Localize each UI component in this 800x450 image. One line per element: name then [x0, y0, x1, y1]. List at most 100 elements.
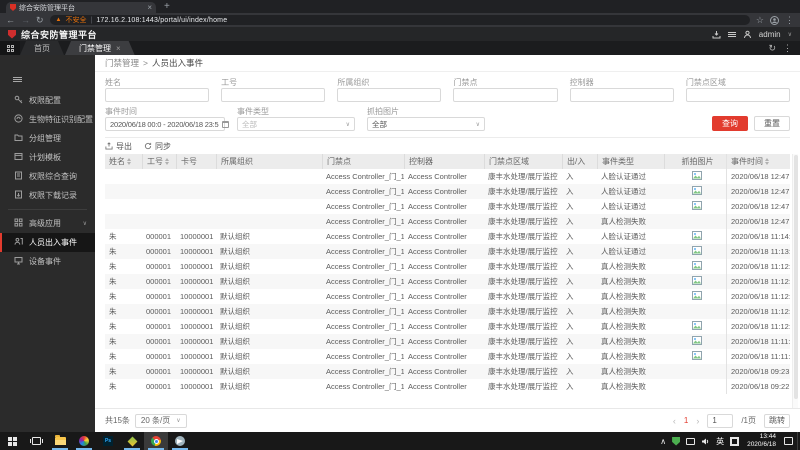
sidebar-item-folder[interactable]: 分组管理 [0, 129, 95, 148]
table-row[interactable]: 朱 000001 10000001 默认组织 Access Controller_门_1… [105, 244, 790, 259]
sidebar-item-person-event[interactable]: 人员出入事件 [0, 233, 95, 252]
module-grid-icon[interactable] [0, 41, 20, 55]
export-button[interactable]: 导出 [105, 141, 132, 152]
tab-close-icon[interactable]: × [116, 44, 121, 53]
column-header-in-out[interactable]: 出/入 [562, 154, 597, 169]
new-tab-button[interactable]: + [164, 1, 170, 12]
sidebar-item-biometric[interactable]: 生物特征识别配置 [0, 110, 95, 129]
table-row[interactable]: Access Controller_门_1 Access Controller 康丰… [105, 214, 790, 229]
search-button[interactable]: 查询 [712, 116, 748, 131]
tab-home[interactable]: 首页 [20, 41, 64, 55]
broken-image-icon[interactable] [692, 291, 702, 302]
sidebar-item-download-record[interactable]: 权限下载记录 [0, 186, 95, 205]
column-header-employee-id[interactable]: 工号 [142, 154, 176, 169]
action-center-icon[interactable] [784, 437, 793, 445]
tab-more-icon[interactable]: ⋮ [783, 43, 792, 54]
messenger-app-button[interactable] [168, 432, 192, 450]
color-wheel-app-button[interactable] [72, 432, 96, 450]
volume-icon[interactable] [701, 437, 710, 446]
broken-image-icon[interactable] [692, 261, 702, 272]
reload-icon[interactable]: ↻ [36, 15, 44, 25]
table-row[interactable]: 朱 000001 10000001 默认组织 Access Controller_门_1… [105, 379, 790, 394]
column-header-event-type[interactable]: 事件类型 [597, 154, 664, 169]
browser-tab[interactable]: 综合安防管理平台 × [6, 2, 156, 13]
user-name[interactable]: admin [759, 30, 781, 39]
sync-button[interactable]: 同步 [144, 141, 171, 152]
capture-picture-select[interactable]: 全部 ∨ [367, 117, 485, 131]
table-row[interactable]: 朱 000001 10000001 默认组织 Access Controller_门_1… [105, 274, 790, 289]
forward-icon[interactable]: → [21, 15, 30, 25]
filter-input[interactable] [221, 88, 326, 102]
table-row[interactable]: 朱 000001 10000001 默认组织 Access Controller_门_1… [105, 229, 790, 244]
filter-input[interactable] [337, 88, 442, 102]
column-header-name[interactable]: 姓名 [105, 154, 142, 169]
page-jump-input[interactable]: 1 [707, 413, 734, 428]
sidebar-item-clipboard[interactable]: 权限综合查询 [0, 167, 95, 186]
broken-image-icon[interactable] [692, 351, 702, 362]
diamond-app-button[interactable] [120, 432, 144, 450]
taskbar-clock[interactable]: 13:44 2020/6/18 [745, 433, 778, 449]
broken-image-icon[interactable] [692, 336, 702, 347]
start-button[interactable] [0, 432, 24, 450]
sidebar-item-template[interactable]: 计划模板 [0, 148, 95, 167]
broken-image-icon[interactable] [692, 186, 702, 197]
tab-close-icon[interactable]: × [147, 3, 152, 12]
current-page[interactable]: 1 [684, 416, 688, 425]
column-header-event-time[interactable]: 事件时间 [726, 154, 790, 169]
chrome-button[interactable] [144, 432, 168, 450]
ime-language-indicator[interactable]: 英 [716, 436, 724, 447]
refresh-icon[interactable]: ↻ [768, 43, 776, 54]
column-header-organization[interactable]: 所属组织 [216, 154, 322, 169]
cell-captured-picture[interactable] [664, 169, 726, 184]
table-row[interactable]: Access Controller_门_1 Access Controller 康丰… [105, 169, 790, 184]
table-row[interactable]: 朱 000001 10000001 默认组织 Access Controller_门_1… [105, 319, 790, 334]
sort-icon[interactable] [127, 158, 131, 165]
sidebar-item-key[interactable]: 权限配置 [0, 91, 95, 110]
broken-image-icon[interactable] [692, 276, 702, 287]
column-header-controller[interactable]: 控制器 [404, 154, 484, 169]
broken-image-icon[interactable] [692, 171, 702, 182]
photoshop-button[interactable]: Ps [96, 432, 120, 450]
prev-page-icon[interactable]: ‹ [673, 416, 676, 426]
cell-captured-picture[interactable] [664, 274, 726, 289]
sidebar-item-apps[interactable]: 高级应用 ∨ [0, 214, 95, 233]
table-row[interactable]: 朱 000001 10000001 默认组织 Access Controller_门_1… [105, 259, 790, 274]
column-header-access-point[interactable]: 门禁点 [322, 154, 404, 169]
page-size-select[interactable]: 20 条/页 ∨ [134, 413, 187, 428]
cell-captured-picture[interactable] [664, 259, 726, 274]
tab-access-control[interactable]: 门禁管理 × [65, 41, 135, 55]
filter-input[interactable] [569, 88, 674, 102]
next-page-icon[interactable]: › [696, 416, 699, 426]
cell-captured-picture[interactable] [664, 319, 726, 334]
filter-input[interactable] [105, 88, 210, 102]
broken-image-icon[interactable] [692, 321, 702, 332]
jump-button[interactable]: 跳转 [764, 413, 790, 428]
cell-captured-picture[interactable] [664, 244, 726, 259]
broken-image-icon[interactable] [692, 231, 702, 242]
user-icon[interactable] [743, 30, 752, 39]
cell-captured-picture[interactable] [664, 184, 726, 199]
antivirus-shield-icon[interactable] [672, 436, 681, 446]
scrollbar-thumb[interactable] [794, 155, 798, 399]
address-bar[interactable]: ▲ 不安全 | 172.16.2.108:1443/portal/ui/inde… [49, 15, 750, 25]
list-menu-icon[interactable] [727, 31, 736, 37]
filter-input[interactable] [453, 88, 558, 102]
ime-mode-icon[interactable] [730, 436, 740, 446]
table-row[interactable]: 朱 000001 10000001 默认组织 Access Controller_门_1… [105, 364, 790, 379]
table-row[interactable]: Access Controller_门_1 Access Controller 康丰… [105, 184, 790, 199]
browser-menu-icon[interactable]: ⋮ [785, 15, 794, 25]
cell-captured-picture[interactable] [664, 289, 726, 304]
sidebar-item-device-event[interactable]: 设备事件 [0, 252, 95, 271]
breadcrumb-parent[interactable]: 门禁管理 [105, 57, 139, 69]
broken-image-icon[interactable] [692, 246, 702, 257]
sort-icon[interactable] [165, 158, 169, 165]
tray-expand-icon[interactable]: ∧ [660, 437, 666, 446]
table-row[interactable]: 朱 000001 10000001 默认组织 Access Controller_门_1… [105, 334, 790, 349]
table-row[interactable]: 朱 000001 10000001 默认组织 Access Controller_门_1… [105, 289, 790, 304]
cell-captured-picture[interactable] [664, 334, 726, 349]
table-row[interactable]: 朱 000001 10000001 默认组织 Access Controller_门_1… [105, 304, 790, 319]
back-icon[interactable]: ← [6, 15, 15, 25]
event-time-input[interactable]: 2020/06/18 00:0 - 2020/06/18 23:5 [105, 117, 229, 131]
bookmark-star-icon[interactable]: ☆ [756, 15, 764, 25]
broken-image-icon[interactable] [692, 201, 702, 212]
